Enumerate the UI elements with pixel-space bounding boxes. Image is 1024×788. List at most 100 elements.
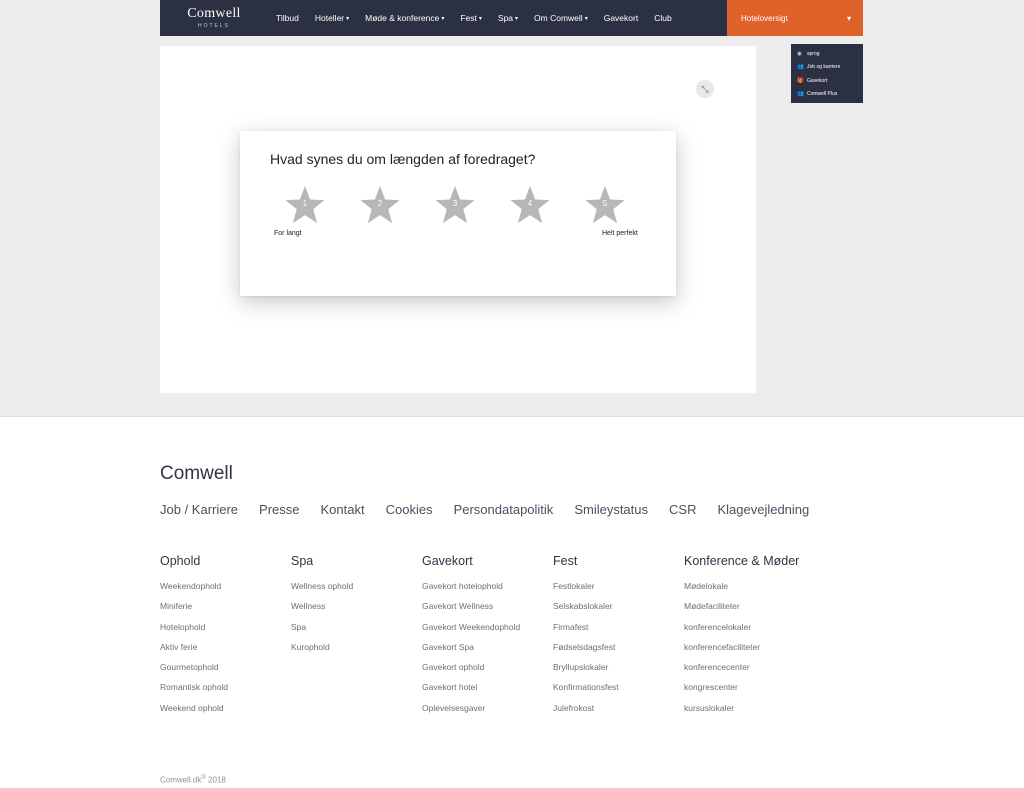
nav-item-spa[interactable]: Spa ▾ (490, 0, 526, 36)
hotel-overview-button[interactable]: Hoteloversigt ▾ (727, 0, 863, 36)
nav-item-tilbud[interactable]: Tilbud (268, 0, 307, 36)
footer-column-link[interactable]: Fødselsdagsfest (553, 642, 619, 662)
caret-down-icon: ▾ (441, 15, 445, 22)
footer-column-link[interactable]: Gavekort hotelophold (422, 581, 520, 601)
users-icon: 👥 (797, 64, 804, 71)
footer-column-title: Fest (553, 554, 578, 568)
nav-item-om-comwell[interactable]: Om Comwell ▾ (526, 0, 596, 36)
footer-column-link[interactable]: Spa (291, 622, 353, 642)
footer-column-link[interactable]: Oplevelsesgaver (422, 703, 520, 723)
caret-down-icon: ▾ (515, 15, 519, 22)
footer-column-link[interactable]: Wellness (291, 601, 353, 621)
footer-column-title: Gavekort (422, 554, 473, 568)
nav-item-label: Om Comwell (534, 13, 583, 23)
footer-column-link[interactable]: Gourmetophold (160, 662, 228, 682)
star-5-button[interactable]: 5 (585, 185, 625, 225)
footer-column-link[interactable]: Konfirmationsfest (553, 682, 619, 702)
footer-column-link[interactable]: Gavekort Spa (422, 642, 520, 662)
footer-column-link[interactable]: Weekend ophold (160, 703, 228, 723)
footer-column-title: Ophold (160, 554, 201, 568)
footer-link-smileystatus[interactable]: Smileystatus (574, 502, 648, 517)
footer-column-gavekort: Gavekort Gavekort hotelophold Gavekort Wel… (422, 554, 520, 723)
star-3-button[interactable]: 3 (435, 185, 475, 225)
footer-column-link[interactable]: kongrescenter (684, 682, 799, 702)
footer-link-presse[interactable]: Presse (259, 502, 299, 517)
footer-column-link[interactable]: Gavekort Wellness (422, 601, 520, 621)
footer-brand: Comwell (160, 463, 233, 484)
footer-column-link[interactable]: Bryllupslokaler (553, 662, 619, 682)
collapse-icon[interactable]: ⤡ (696, 80, 714, 98)
footer-column-link[interactable]: Gavekort Weekendophold (422, 622, 520, 642)
footer-link-cookies[interactable]: Cookies (386, 502, 433, 517)
gift-icon: 🎁 (797, 77, 804, 84)
footer-column-link[interactable]: Kurophold (291, 642, 353, 662)
footer-column-link[interactable]: Firmafest (553, 622, 619, 642)
nav-item-label: Gavekort (603, 13, 639, 23)
nav-item-label: Spa (497, 13, 514, 23)
star-number: 1 (302, 199, 308, 208)
star-rating: 1 2 3 4 5 (285, 185, 637, 229)
star-2-button[interactable]: 2 (360, 185, 400, 225)
footer-column-link[interactable]: kursuslokaler (684, 703, 799, 723)
footer-link-persondatapolitik[interactable]: Persondatapolitik (454, 502, 554, 517)
nav-item-møde-konference[interactable]: Møde & konference ▾ (357, 0, 452, 36)
nav-item-gavekort[interactable]: Gavekort (596, 0, 647, 36)
nav-item-fest[interactable]: Fest ▾ (452, 0, 490, 36)
util-item-label: Comwell Plus (807, 91, 838, 98)
star-number: 2 (377, 199, 383, 208)
footer-column-link[interactable]: Selskabslokaler (553, 601, 619, 621)
footer-column-link[interactable]: Miniferie (160, 601, 228, 621)
globe-icon: ◉ (797, 50, 802, 57)
hotel-overview-label: Hoteloversigt (741, 13, 788, 23)
comwell-logo[interactable]: Comwell HOTELS (160, 0, 268, 36)
caret-down-icon: ▾ (478, 15, 482, 22)
util-item-job-og-karriere[interactable]: 👥 Job og karriere (791, 61, 863, 75)
footer-column-link[interactable]: konferencefaciliteter (684, 642, 799, 662)
logo-name: Comwell (187, 6, 241, 21)
footer-column-link[interactable]: Mødelokale (684, 581, 799, 601)
footer-column-link[interactable]: konferencecenter (684, 662, 799, 682)
rating-label-low: For langt (274, 230, 302, 237)
caret-down-icon: ▾ (584, 15, 588, 22)
footer-column-link[interactable]: Mødefaciliteter (684, 601, 799, 621)
nav-item-hoteller[interactable]: Hoteller ▾ (307, 0, 357, 36)
top-navbar: Comwell HOTELS Tilbud Hoteller ▾ Møde & kon… (160, 0, 863, 36)
utility-menu: ◉ sprog 👥 Job og karriere 🎁 Gavekort 👥 Comwell … (791, 44, 863, 103)
footer-link-klagevejledning[interactable]: Klagevejledning (717, 502, 809, 517)
footer-column-spa: Spa Wellness ophold Wellness Spa Kurophold (291, 554, 353, 662)
footer-column-link[interactable]: Gavekort ophold (422, 662, 520, 682)
nav-item-label: Hoteller (314, 13, 345, 23)
footer-link-kontakt[interactable]: Kontakt (321, 502, 365, 517)
util-item-comwell-plus[interactable]: 👥 Comwell Plus (791, 88, 863, 102)
star-number: 5 (602, 199, 608, 208)
registered-mark: ® (201, 775, 206, 781)
content-panel: ⤡ Hvad synes du om længden af foredraget… (160, 46, 756, 393)
footer-column-link[interactable]: Romantisk ophold (160, 682, 228, 702)
footer-column-link[interactable]: Hotelophold (160, 622, 228, 642)
util-item-sprog[interactable]: ◉ sprog (791, 47, 863, 61)
star-1-button[interactable]: 1 (285, 185, 325, 225)
footer-column-link[interactable]: Festlokaler (553, 581, 619, 601)
survey-question: Hvad synes du om længden af foredraget? (270, 151, 536, 167)
copyright: Comwell.dk® 2018 (160, 775, 226, 785)
footer-column-link[interactable]: konferencelokaler (684, 622, 799, 642)
util-item-gavekort[interactable]: 🎁 Gavekort (791, 74, 863, 88)
footer-link-csr[interactable]: CSR (669, 502, 696, 517)
star-4-button[interactable]: 4 (510, 185, 550, 225)
chevron-down-icon: ▾ (846, 13, 851, 23)
footer-column-link[interactable]: Julefrokost (553, 703, 619, 723)
util-item-label: Gavekort (807, 77, 828, 84)
footer-column-link[interactable]: Wellness ophold (291, 581, 353, 601)
survey-card: Hvad synes du om længden af foredraget? … (240, 131, 676, 296)
nav-item-label: Tilbud (276, 13, 299, 23)
footer-link-job-karriere[interactable]: Job / Karriere (160, 502, 238, 517)
footer-column-title: Konference & Møder (684, 554, 800, 568)
footer-column-link[interactable]: Aktiv ferie (160, 642, 228, 662)
util-item-label: Job og karriere (807, 64, 841, 71)
footer-column-link[interactable]: Gavekort hotel (422, 682, 520, 702)
footer-links: Job / Karriere Presse Kontakt Cookies Person… (160, 502, 830, 517)
footer-column-link[interactable]: Weekendophold (160, 581, 228, 601)
caret-down-icon: ▾ (346, 15, 350, 22)
nav-item-club[interactable]: Club (646, 0, 679, 36)
footer-column-ophold: Ophold Weekendophold Miniferie Hotelophold A… (160, 554, 228, 723)
